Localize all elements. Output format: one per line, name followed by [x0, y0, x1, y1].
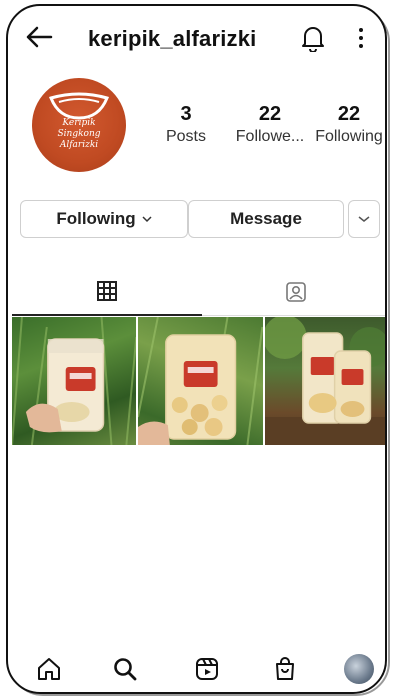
chevron-down-icon	[142, 216, 152, 223]
tab-posts-grid[interactable]	[12, 270, 202, 316]
message-button[interactable]: Message	[188, 200, 344, 238]
avatar-logo-text: Keripik Singkong Alfarizki	[57, 118, 101, 150]
bowl-logo-icon	[48, 92, 110, 120]
search-icon[interactable]	[112, 656, 138, 682]
posts-grid	[12, 317, 385, 445]
stat-following[interactable]: 22 Following	[310, 102, 385, 148]
post-thumbnail[interactable]	[12, 317, 137, 445]
following-button[interactable]: Following	[20, 200, 188, 238]
home-icon[interactable]	[36, 656, 62, 682]
stat-posts[interactable]: 3 Posts	[158, 102, 214, 148]
cassava-chips-bag-photo	[12, 317, 137, 445]
post-thumbnail[interactable]	[138, 317, 263, 445]
cassava-chips-bag-photo	[138, 317, 263, 445]
profile-header: keripik_alfarizki	[8, 6, 385, 68]
suggested-accounts-button[interactable]	[348, 200, 380, 238]
shop-icon[interactable]	[272, 656, 298, 682]
bell-icon[interactable]	[300, 24, 326, 52]
chevron-down-icon	[358, 216, 370, 222]
vertical-dots-icon[interactable]	[356, 24, 366, 52]
profile-username: keripik_alfarizki	[88, 26, 257, 51]
phone-screen: keripik_alfarizki Keripik Singkong Alfar…	[6, 4, 387, 694]
profile-avatar[interactable]	[344, 654, 374, 684]
tagged-person-icon	[285, 282, 306, 302]
reels-icon[interactable]	[194, 656, 220, 682]
cassava-chips-bags-photo	[264, 317, 385, 445]
profile-avatar[interactable]: Keripik Singkong Alfarizki	[32, 78, 126, 172]
stat-followers[interactable]: 22 Followe...	[230, 102, 310, 148]
bottom-navigation	[8, 642, 385, 692]
tab-tagged[interactable]	[202, 270, 385, 316]
post-thumbnail[interactable]	[264, 317, 385, 445]
arrow-left-icon[interactable]	[24, 22, 54, 52]
grid-icon	[97, 281, 117, 301]
